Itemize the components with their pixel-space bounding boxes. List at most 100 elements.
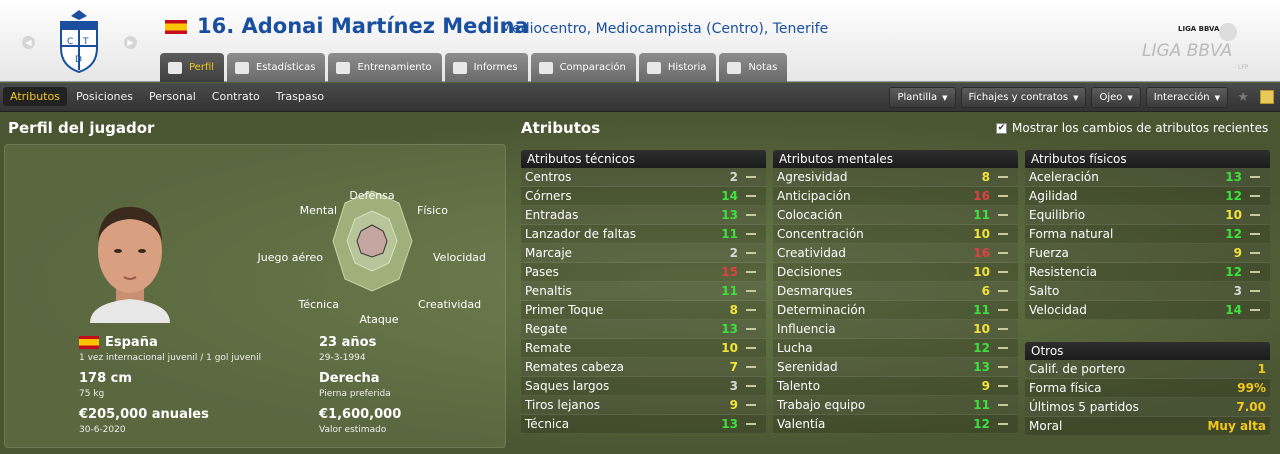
mental-panel-title: Atributos mentales <box>773 150 1018 168</box>
attribute-label: Trabajo equipo <box>777 398 866 412</box>
attribute-value: 10 <box>973 322 990 336</box>
trend-dash-icon <box>746 252 756 254</box>
trend-dash-icon <box>746 290 756 292</box>
attribute-label: Lanzador de faltas <box>525 227 637 241</box>
attribute-label: Lucha <box>777 341 813 355</box>
player-wage: €205,000 anuales <box>79 407 209 422</box>
menu-dropdown-2[interactable]: Ojeo ▼ <box>1091 87 1141 108</box>
show-changes-toggle[interactable]: ✔ Mostrar los cambios de atributos recien… <box>996 121 1268 135</box>
trend-dash-icon <box>998 290 1008 292</box>
svg-text:LIGA BBVA: LIGA BBVA <box>1178 25 1220 33</box>
trend-dash-icon <box>746 176 756 178</box>
menu-dropdown-0[interactable]: Plantilla ▼ <box>889 87 956 108</box>
attribute-value: 2 <box>729 170 738 184</box>
attribute-row: Últimos 5 partidos 7.00 <box>1025 398 1270 417</box>
attribute-row: Calif. de portero 1 <box>1025 360 1270 379</box>
attribute-label: Fuerza <box>1029 246 1069 260</box>
attribute-value: 8 <box>729 303 738 317</box>
tab-training[interactable]: Entrenamiento <box>328 53 442 82</box>
attribute-value: 11 <box>721 284 738 298</box>
main-tabs: Perfil Estadísticas Entrenamiento Informes C… <box>160 53 788 83</box>
tab-label: Notas <box>748 62 778 73</box>
player-weight: 75 kg <box>79 389 105 399</box>
attribute-label: Colocación <box>777 208 843 222</box>
attribute-row: Técnica 13 <box>521 415 766 434</box>
star-icon[interactable]: ★ <box>1237 90 1249 105</box>
trend-dash-icon <box>998 271 1008 273</box>
profile-icon <box>168 61 182 74</box>
attribute-row: Pases 15 <box>521 263 766 282</box>
attribute-value: 9 <box>1233 246 1242 260</box>
attribute-row: Trabajo equipo 11 <box>773 396 1018 415</box>
tab-history[interactable]: Historia <box>638 53 717 82</box>
tab-compare[interactable]: Comparación <box>530 53 636 82</box>
player-value: €1,600,000 <box>319 407 402 422</box>
menu-dropdown-1[interactable]: Fichajes y contratos ▼ <box>960 87 1087 108</box>
attribute-value: 12 <box>1225 189 1242 203</box>
attribute-label: Influencia <box>777 322 836 336</box>
attribute-radar-chart: Defensa Físico Velocidad Creatividad Ata… <box>257 189 487 326</box>
trend-dash-icon <box>1250 290 1260 292</box>
trend-dash-icon <box>746 347 756 349</box>
attribute-label: Serenidad <box>777 360 838 374</box>
attribute-row: Primer Toque 8 <box>521 301 766 320</box>
attribute-row: Decisiones 10 <box>773 263 1018 282</box>
attribute-row: Anticipación 16 <box>773 187 1018 206</box>
attribute-row: Remates cabeza 7 <box>521 358 766 377</box>
tab-report[interactable]: Informes <box>444 53 528 82</box>
attribute-label: Córners <box>525 189 572 203</box>
tab-label: Entrenamiento <box>357 62 432 73</box>
subtab-4[interactable]: Traspaso <box>269 87 331 106</box>
chevron-down-icon: ▼ <box>1073 93 1079 102</box>
attribute-row: Centros 2 <box>521 168 766 187</box>
other-panel: Otros Calif. de portero 1 Forma física 99% Úl… <box>1025 342 1270 436</box>
trend-dash-icon <box>1250 309 1260 311</box>
trend-dash-icon <box>746 214 756 216</box>
tab-notes[interactable]: Notas <box>719 53 788 82</box>
attribute-value: 13 <box>721 208 738 222</box>
subtab-3[interactable]: Contrato <box>205 87 267 106</box>
back-arrow-icon[interactable]: ◀ <box>22 36 35 49</box>
nationality: España <box>79 335 158 350</box>
attribute-label: Entradas <box>525 208 579 222</box>
trend-dash-icon <box>746 233 756 235</box>
mental-panel: Atributos mentales Agresividad 8 Anticipaci… <box>773 150 1018 434</box>
trend-dash-icon <box>1250 214 1260 216</box>
radar-label-velocidad: Velocidad <box>433 251 486 264</box>
trend-dash-icon <box>998 195 1008 197</box>
attribute-row: Penaltis 11 <box>521 282 766 301</box>
trend-dash-icon <box>1250 233 1260 235</box>
attribute-label: Saques largos <box>525 379 610 393</box>
attribute-value: 1 <box>1257 362 1266 376</box>
tab-stats[interactable]: Estadísticas <box>227 53 326 82</box>
trend-dash-icon <box>998 252 1008 254</box>
tab-profile[interactable]: Perfil <box>160 53 225 82</box>
add-note-icon[interactable] <box>1260 90 1274 104</box>
trend-dash-icon <box>1250 176 1260 178</box>
player-name: 16. Adonai Martínez Medina <box>197 14 529 38</box>
subtab-1[interactable]: Posiciones <box>69 87 140 106</box>
player-value-label: Valor estimado <box>319 425 387 435</box>
attribute-row: Valentía 12 <box>773 415 1018 434</box>
attribute-value: Muy alta <box>1207 419 1266 433</box>
trend-dash-icon <box>998 347 1008 349</box>
menu-dropdown-3[interactable]: Interacción ▼ <box>1145 87 1228 108</box>
attribute-row: Colocación 11 <box>773 206 1018 225</box>
liga-bbva-logo: LIGA BBVA LIGA BBVA LFP <box>1142 23 1249 71</box>
attribute-value: 9 <box>981 379 990 393</box>
attribute-label: Técnica <box>525 417 570 431</box>
subtab-0[interactable]: Atributos <box>3 87 67 106</box>
attribute-label: Concentración <box>777 227 864 241</box>
trend-dash-icon <box>998 309 1008 311</box>
attribute-row: Determinación 11 <box>773 301 1018 320</box>
attribute-row: Entradas 13 <box>521 206 766 225</box>
radar-label-tecnica: Técnica <box>298 298 339 311</box>
trend-dash-icon <box>1250 252 1260 254</box>
menu-label: Ojeo <box>1099 92 1123 103</box>
checkbox-icon[interactable]: ✔ <box>996 122 1007 134</box>
subtab-2[interactable]: Personal <box>142 87 203 106</box>
forward-arrow-icon[interactable]: ▶ <box>124 36 137 49</box>
svg-text:D: D <box>75 55 82 65</box>
trend-dash-icon <box>746 271 756 273</box>
sub-navigation: Atributos Posiciones Personal Contrato Trasp… <box>0 83 1280 112</box>
